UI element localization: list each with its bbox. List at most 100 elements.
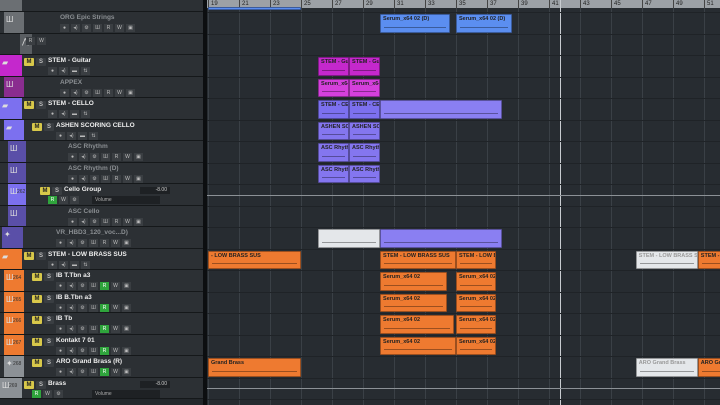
lanes-icon[interactable]: ▬ [70,260,79,269]
record-icon[interactable]: ● [56,131,65,140]
event-clip[interactable]: ASHEN SCO [318,121,350,140]
solo-button[interactable]: S [36,58,46,66]
volume-field[interactable]: -8.00 [140,380,170,388]
write-automation-button[interactable]: W [123,174,132,183]
event-clip[interactable]: STEM - CELL [349,100,381,119]
monitor-icon[interactable]: ◂) [67,346,76,355]
track-row[interactable]: ▰ M S STEM - Guitar ● ◂) ▬ ⇅ [0,55,205,77]
event-clip[interactable]: STEM - LOW BRASS SUS [635,250,698,269]
record-icon[interactable]: ● [68,217,77,226]
mute-button[interactable]: M [24,380,34,389]
freeze-icon[interactable]: ▣ [122,239,131,247]
edit-icon[interactable]: ⚙ [78,303,87,312]
record-icon[interactable]: ● [48,260,57,269]
record-icon[interactable]: ● [56,325,65,333]
monitor-icon[interactable]: ◂) [67,368,76,376]
settings-icon[interactable]: ⇅ [81,67,90,75]
solo-button[interactable]: S [36,101,46,109]
edit-icon[interactable]: ⚙ [82,24,91,32]
mute-button[interactable]: M [32,359,42,367]
lanes-icon[interactable]: ▬ [78,131,87,140]
keyboard-icon[interactable]: Ш [89,368,98,376]
solo-button[interactable]: S [36,251,46,260]
track-row[interactable]: Ш ASC Rhythm (D) ● ◂) ⚙ Ш R W ▣ [0,162,205,184]
event-clip[interactable]: Serum_x64 02 (D) [456,14,512,33]
solo-button[interactable]: S [52,187,62,195]
solo-button[interactable]: S [36,380,46,389]
arrangement-area[interactable]: 19 21 23 25 27 29 31 33 35 37 39 41 43 45 47 49 51 Serum… [207,0,720,405]
record-icon[interactable]: ● [48,67,57,75]
event-clip[interactable]: - LOW BRASS SUS [208,250,301,269]
read-automation-button[interactable]: R [100,368,109,376]
write-automation-button[interactable]: W [123,217,132,226]
read-automation-button[interactable]: R [104,88,113,97]
read-automation-button[interactable]: R [100,282,109,290]
track-row[interactable]: Ш 262 M S Cello Group R W ⚙ -8.00 Volume [0,184,205,206]
keyboard-icon[interactable]: Ш [101,217,110,226]
event-clip[interactable]: Serum_x64 02 (D) [380,14,450,33]
freeze-icon[interactable]: ▣ [122,325,131,333]
record-icon[interactable]: ● [56,346,65,355]
edit-icon[interactable]: ⚙ [78,368,87,376]
read-automation-button[interactable]: R [100,346,109,355]
write-automation-button[interactable]: W [111,239,120,247]
write-automation-button[interactable]: W [111,346,120,355]
monitor-icon[interactable]: ◂) [67,303,76,312]
track-row[interactable]: ✦ VR_HBD3_120_voc...D) ● ◂) ⚙ Ш R W ▣ [0,227,205,249]
write-automation-button[interactable]: W [43,389,52,398]
event-clip[interactable]: ASC Rhythm [318,143,350,162]
edit-icon[interactable]: ⚙ [90,217,99,226]
read-automation-button[interactable]: R [112,217,121,226]
event-clip[interactable] [318,229,381,248]
event-clip[interactable]: ARO Grand B [697,358,720,377]
write-automation-button[interactable]: W [111,368,120,376]
monitor-icon[interactable]: ◂) [67,282,76,290]
event-clip[interactable]: Serum_x64 [318,78,350,97]
mute-button[interactable]: M [32,294,42,303]
event-clip[interactable]: Serum_x64 02 [456,293,497,312]
freeze-icon[interactable]: ▣ [126,24,135,32]
read-automation-button[interactable]: R [48,196,57,204]
event-clip[interactable]: ASC Rhythm [349,143,381,162]
event-clip[interactable]: STEM - LOW [697,250,720,269]
event-clip[interactable] [380,229,503,248]
track-row[interactable]: Ш 267 M S Kontakt 7 01 ● ◂) ⚙ Ш R W ▣ [0,334,205,356]
event-clip[interactable]: Serum_x64 02 [456,272,497,291]
read-automation-button[interactable]: R [112,174,121,183]
event-clip[interactable]: Serum_x64 02 [456,315,497,334]
automation-write-button[interactable]: W [37,36,46,45]
keyboard-icon[interactable]: Ш [89,239,98,247]
write-automation-button[interactable]: W [59,196,68,204]
keyboard-icon[interactable]: Ш [93,88,102,97]
event-clip[interactable]: STEM - Guit [318,57,350,76]
freeze-icon[interactable]: ▣ [134,174,143,183]
record-icon[interactable]: ● [56,303,65,312]
keyboard-icon[interactable]: Ш [89,303,98,312]
automation-line[interactable] [207,388,720,390]
edit-icon[interactable]: ⚙ [82,88,91,97]
monitor-icon[interactable]: ◂) [67,325,76,333]
freeze-icon[interactable]: ▣ [122,368,131,376]
write-automation-button[interactable]: W [111,303,120,312]
record-icon[interactable]: ● [56,239,65,247]
solo-button[interactable]: S [44,122,54,131]
mute-button[interactable]: M [24,58,34,66]
edit-icon[interactable]: ⚙ [90,174,99,183]
track-row[interactable]: ✦ 268 M S ARO Grand Brass (R) ● ◂) ⚙ Ш R W ▣ [0,356,205,378]
write-automation-button[interactable]: W [115,88,124,97]
event-clip[interactable]: Grand Brass [208,358,301,377]
event-clip[interactable]: STEM - Guit [349,57,381,76]
keyboard-icon[interactable]: Ш [89,325,98,333]
freeze-icon[interactable]: ▣ [134,153,143,161]
project-cursor[interactable] [560,0,561,405]
track-row[interactable]: ⋀RW [0,33,205,55]
read-automation-button[interactable]: R [100,239,109,247]
track-row[interactable]: Ш 264 M S IB T.Tbn a3 ● ◂) ⚙ Ш R W ▣ [0,270,205,292]
read-automation-button[interactable]: R [32,389,41,398]
event-clip[interactable]: Serum_x64 [349,78,381,97]
mute-button[interactable]: M [32,273,42,281]
settings-icon[interactable]: ⇅ [81,110,90,118]
event-clip[interactable] [380,100,503,119]
event-clip[interactable]: STEM - CELL [318,100,350,119]
event-clip[interactable]: ASHEN SCO [349,121,381,140]
